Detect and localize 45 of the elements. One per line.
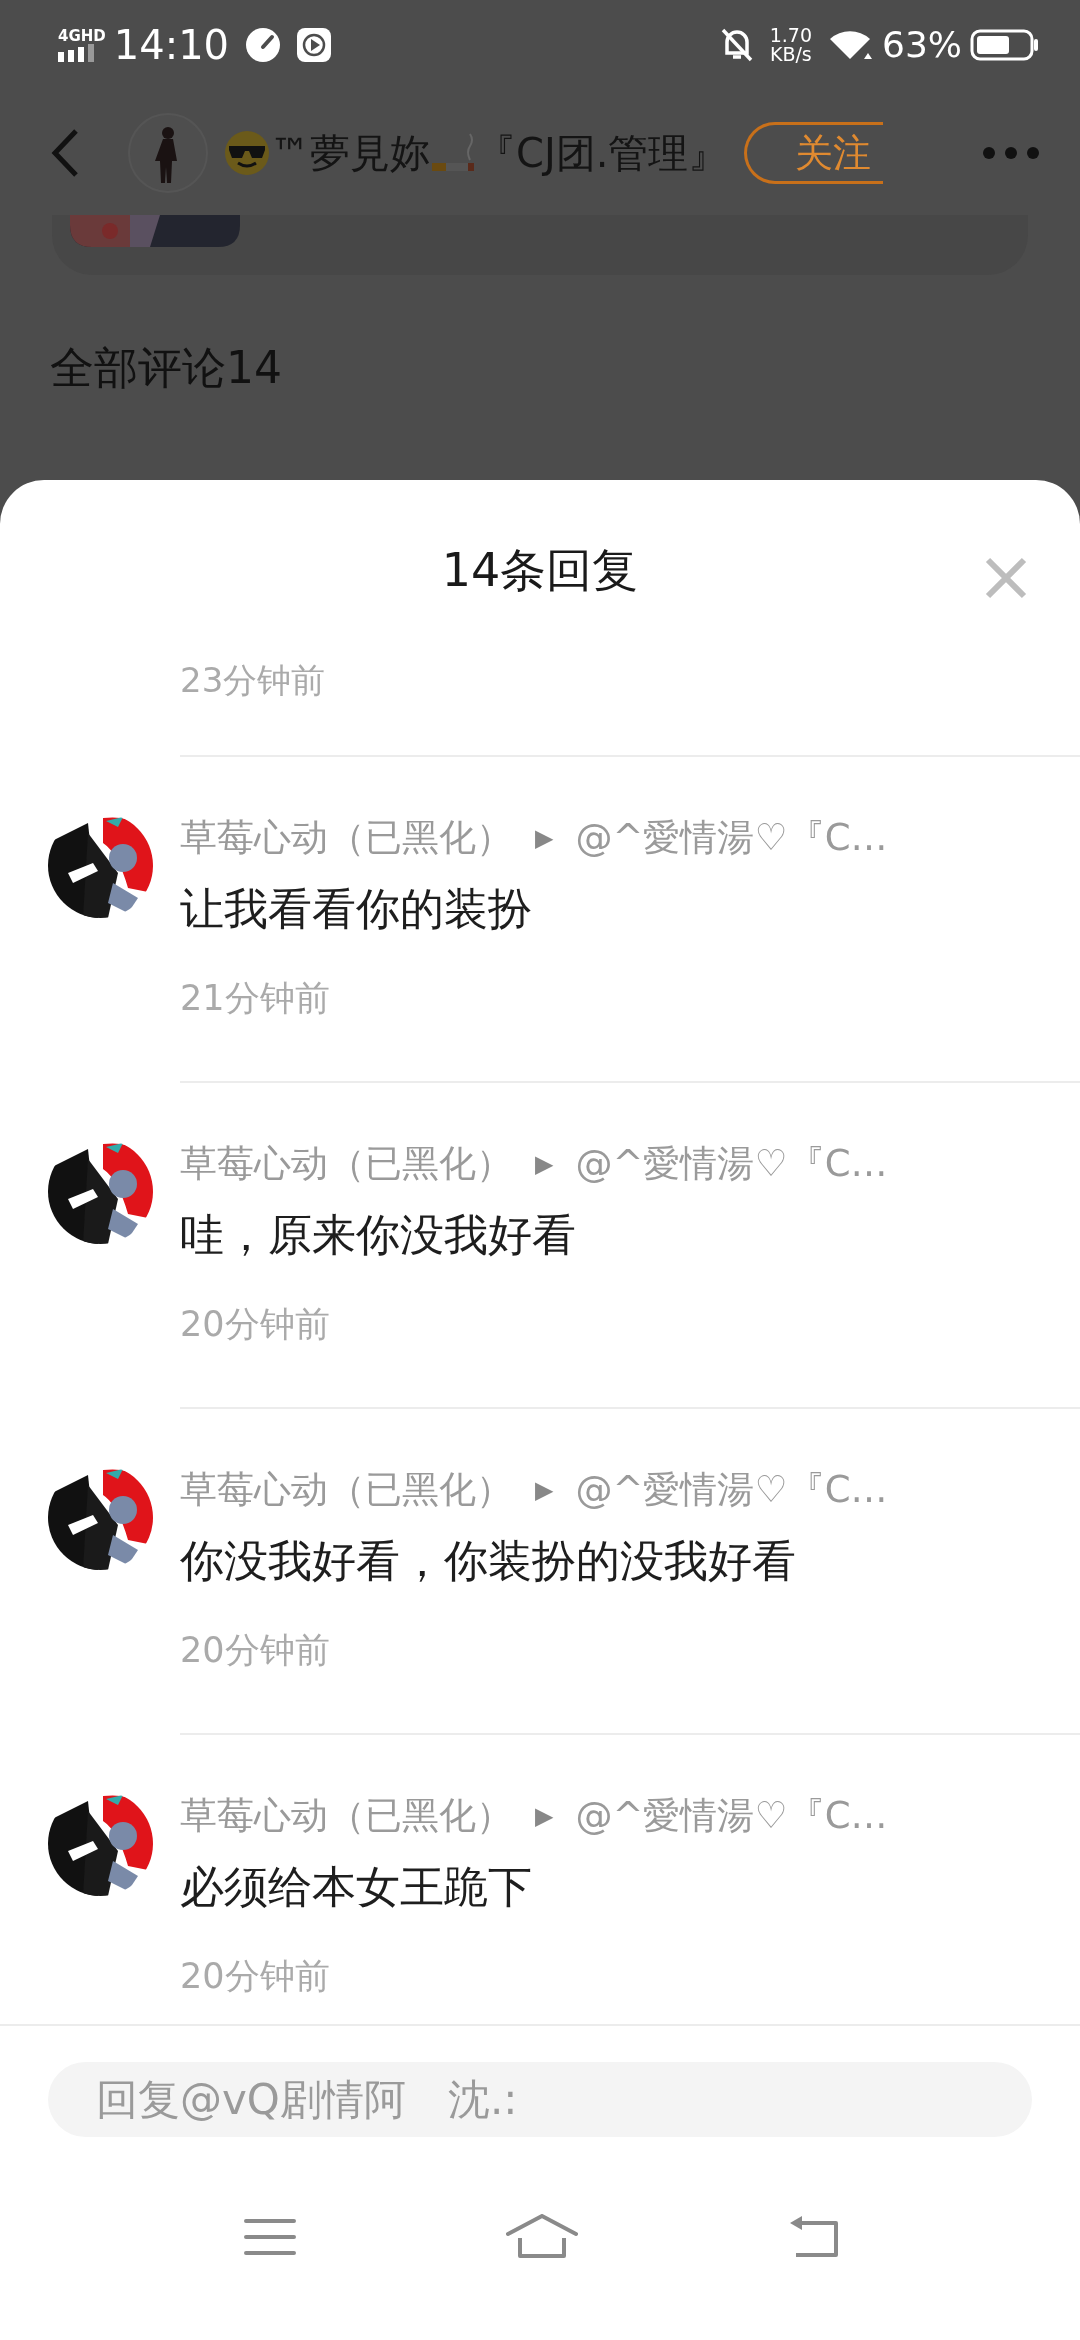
reply-arrow: ▶	[535, 1801, 554, 1832]
sunglasses-face-icon	[224, 129, 270, 176]
muted-bell-icon	[719, 27, 754, 63]
comments-heading: 全部评论14	[49, 341, 283, 395]
sheet-title: 14条回复	[441, 541, 639, 599]
timestamp: 20分钟前	[180, 1629, 331, 1672]
reply-target[interactable]: @^愛情湯♡『C…	[575, 1791, 888, 1841]
battery-percent: 63%	[882, 23, 962, 67]
author-name[interactable]: 草莓心动（已黑化）	[180, 1791, 513, 1841]
reply-text: 让我看看你的装扮	[180, 882, 533, 936]
network-label: 4GHD	[58, 28, 106, 44]
wifi-icon	[828, 29, 874, 61]
reply-input[interactable]: 回复@vQ剧情阿 沈.:	[48, 2062, 1032, 2137]
avatar-icon[interactable]	[128, 112, 208, 193]
speed-unit: KB/s	[769, 45, 812, 64]
account-name: ™夢見妳	[270, 128, 430, 178]
reply-text: 必须给本女王跪下	[180, 1860, 533, 1914]
reply-arrow: ▶	[535, 1149, 554, 1180]
clock-time: 14:10	[113, 21, 230, 70]
reply-text: 你没我好看，你装扮的没我好看	[180, 1534, 797, 1588]
timestamp: 20分钟前	[180, 1955, 331, 1998]
reply-target[interactable]: @^愛情湯♡『C…	[575, 813, 888, 863]
timestamp: 23分钟前	[180, 660, 326, 700]
reply-arrow: ▶	[535, 823, 554, 854]
follow-button[interactable]: 关注	[744, 121, 884, 184]
play-icon	[297, 28, 332, 62]
more-icon[interactable]	[982, 145, 1040, 160]
timestamp: 21分钟前	[180, 977, 331, 1020]
battery-icon	[970, 29, 1040, 61]
reply-target[interactable]: @^愛情湯♡『C…	[575, 1139, 888, 1189]
speed-value: 1.70	[769, 26, 812, 45]
menu-icon[interactable]	[244, 2217, 296, 2257]
account-tag: 『CJ团.管理』	[476, 122, 729, 183]
reply-arrow: ▶	[535, 1475, 554, 1506]
reply-target[interactable]: @^愛情湯♡『C…	[575, 1465, 888, 1515]
cigarette-icon	[430, 132, 476, 173]
close-icon[interactable]	[984, 556, 1028, 600]
author-name[interactable]: 草莓心动（已黑化）	[180, 1139, 513, 1189]
author-name[interactable]: 草莓心动（已黑化）	[180, 1465, 513, 1515]
timestamp: 20分钟前	[180, 1303, 331, 1346]
home-icon[interactable]	[506, 2214, 578, 2260]
author-name[interactable]: 草莓心动（已黑化）	[180, 813, 513, 863]
reply-text: 哇，原来你没我好看	[180, 1208, 577, 1262]
back-icon[interactable]	[50, 127, 80, 178]
gauge-icon	[245, 27, 282, 63]
